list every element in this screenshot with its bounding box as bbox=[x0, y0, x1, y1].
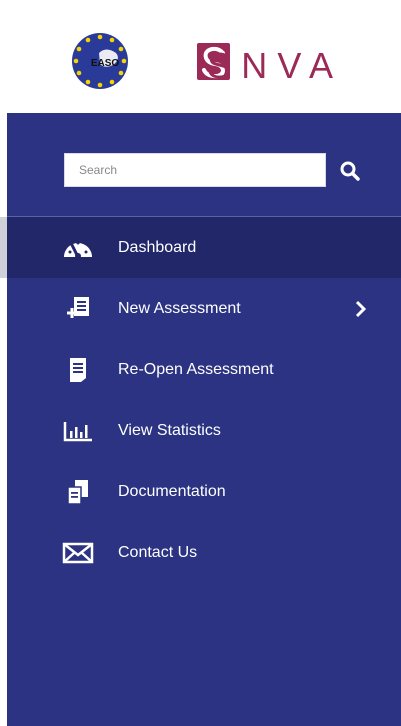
sidebar-item-label: New Assessment bbox=[118, 299, 241, 317]
envelope-icon bbox=[61, 538, 95, 568]
sidebar-item-documentation[interactable]: Documentation bbox=[7, 461, 401, 522]
easo-logo-text: EASO bbox=[91, 58, 120, 69]
snva-logo-text: SNVA bbox=[207, 45, 333, 84]
search-button[interactable] bbox=[335, 157, 365, 185]
sidebar-menu: Dashboard New Assessment Re-Open Assessm… bbox=[0, 217, 401, 583]
search-input[interactable]: Search bbox=[64, 153, 326, 187]
sidebar-item-label: View Statistics bbox=[118, 421, 221, 439]
snva-logo: SNVA bbox=[197, 43, 333, 84]
left-gutter bbox=[0, 0, 7, 726]
sidebar-item-label: Contact Us bbox=[118, 543, 198, 561]
dashboard-gauge-icon bbox=[61, 233, 95, 263]
sidebar-item-view-statistics[interactable]: View Statistics bbox=[7, 400, 401, 461]
sidebar-item-contact-us[interactable]: Contact Us bbox=[7, 522, 401, 583]
search-icon bbox=[340, 161, 360, 181]
bar-chart-icon bbox=[61, 416, 95, 446]
sidebar-item-new-assessment[interactable]: New Assessment bbox=[7, 278, 401, 339]
new-assessment-icon bbox=[61, 294, 95, 324]
sidebar: Search Dashboard New Assessment Re-Open … bbox=[0, 113, 401, 726]
sidebar-item-re-open-assessment[interactable]: Re-Open Assessment bbox=[7, 339, 401, 400]
chevron-right-icon bbox=[353, 299, 369, 319]
header: EASO SNVA bbox=[7, 0, 401, 113]
easo-logo: EASO bbox=[72, 33, 128, 89]
search-placeholder: Search bbox=[79, 163, 118, 177]
sidebar-item-label: Documentation bbox=[118, 482, 226, 500]
document-icon bbox=[61, 355, 95, 385]
sidebar-item-label: Dashboard bbox=[118, 238, 197, 256]
documents-icon bbox=[61, 477, 95, 507]
sidebar-item-label: Re-Open Assessment bbox=[118, 360, 274, 378]
sidebar-item-dashboard[interactable]: Dashboard bbox=[0, 217, 401, 278]
